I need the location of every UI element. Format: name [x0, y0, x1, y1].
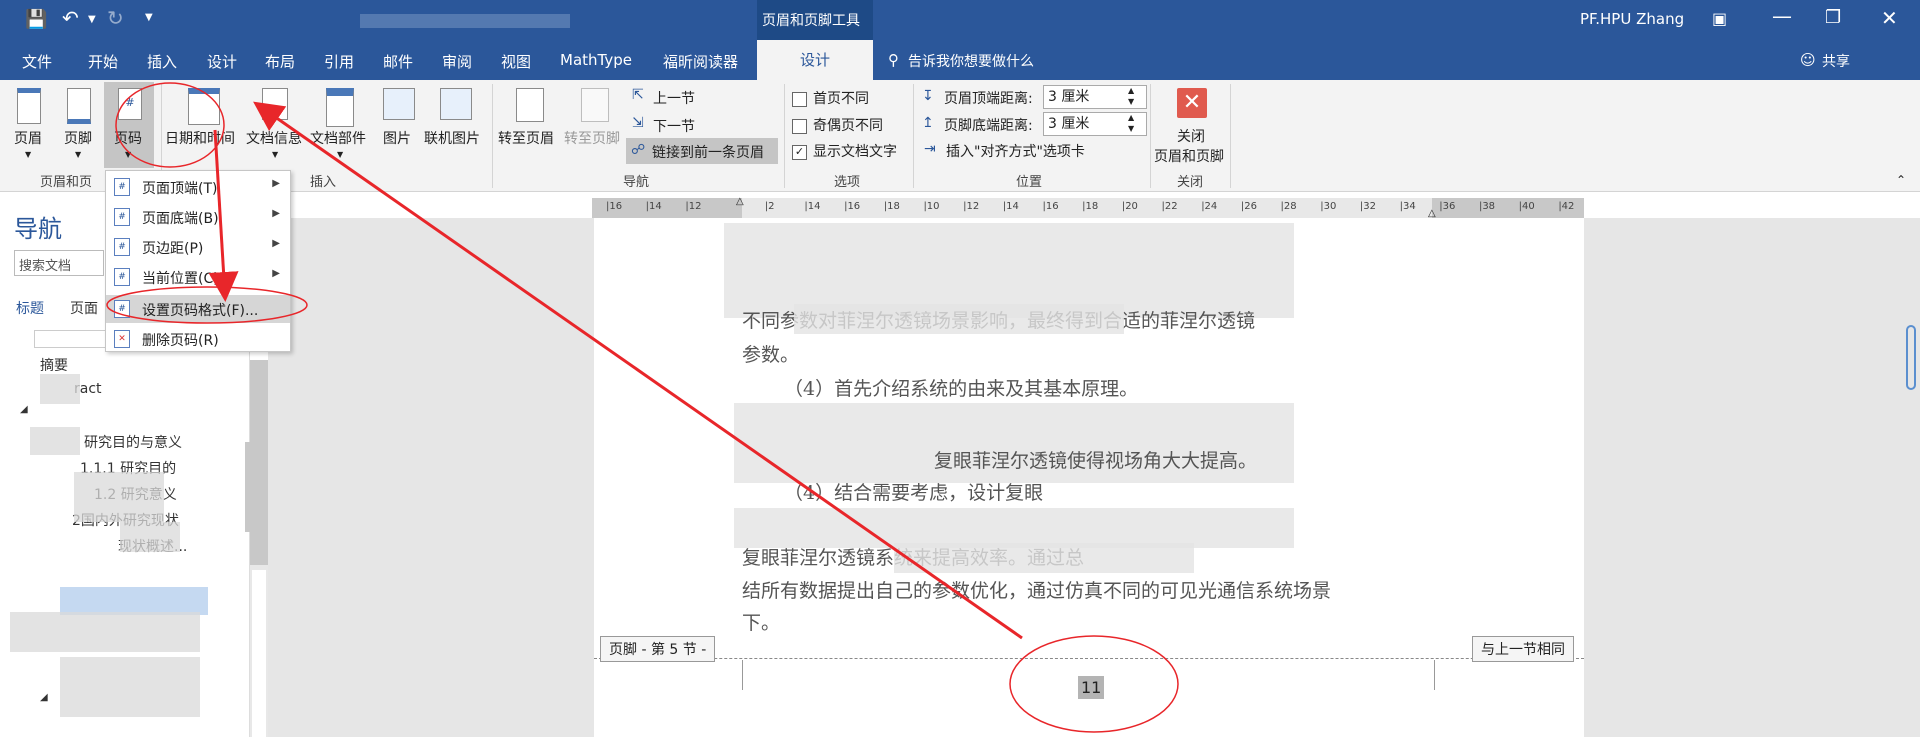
ruler-tick-label: |14 [1002, 201, 1019, 212]
annotation-circle-page-number-button [115, 82, 225, 168]
annotation-circle-format-item [106, 286, 308, 324]
ruler-tick-label: |12 [963, 201, 980, 212]
ruler-tick-label: |12 [685, 201, 702, 212]
ruler-tick-label: |10 [923, 201, 940, 212]
ruler-tick-label: |16 [1042, 201, 1059, 212]
ruler-tick-label: |30 [1320, 201, 1337, 212]
annotation-overlay [106, 82, 1179, 733]
ruler-tick-label: |38 [1478, 201, 1496, 212]
ruler-tick-label: |40 [1518, 201, 1535, 212]
ruler-tick-label: |20 [1121, 201, 1138, 212]
ruler-tick-label: |2 [764, 201, 775, 212]
annotation-arrow-to-page-number [253, 101, 1023, 640]
annotation-circle-footer-number [1009, 635, 1179, 733]
ruler-tick-label: |16 [606, 201, 623, 212]
ruler-tick-label: |18 [1082, 201, 1099, 212]
ruler-tick-label: |14 [645, 201, 662, 212]
ruler-tick-label: |28 [1280, 201, 1297, 212]
ruler-tick-label: |26 [1240, 201, 1257, 212]
ruler-tick-label: |24 [1201, 201, 1218, 212]
ruler-tick-label: |22 [1161, 201, 1178, 212]
ruler-tick-label: |32 [1359, 201, 1376, 212]
ruler-tick-label: |36 [1439, 201, 1456, 212]
ruler-tick-label: |34 [1399, 201, 1416, 212]
ruler-tick-label: |18 [883, 201, 900, 212]
ruler-tick-label: |42 [1558, 201, 1575, 212]
ruler-tick-label: |14 [804, 201, 821, 212]
ruler-tick-label: |16 [844, 201, 861, 212]
annotation-arrow-to-format [208, 129, 239, 302]
